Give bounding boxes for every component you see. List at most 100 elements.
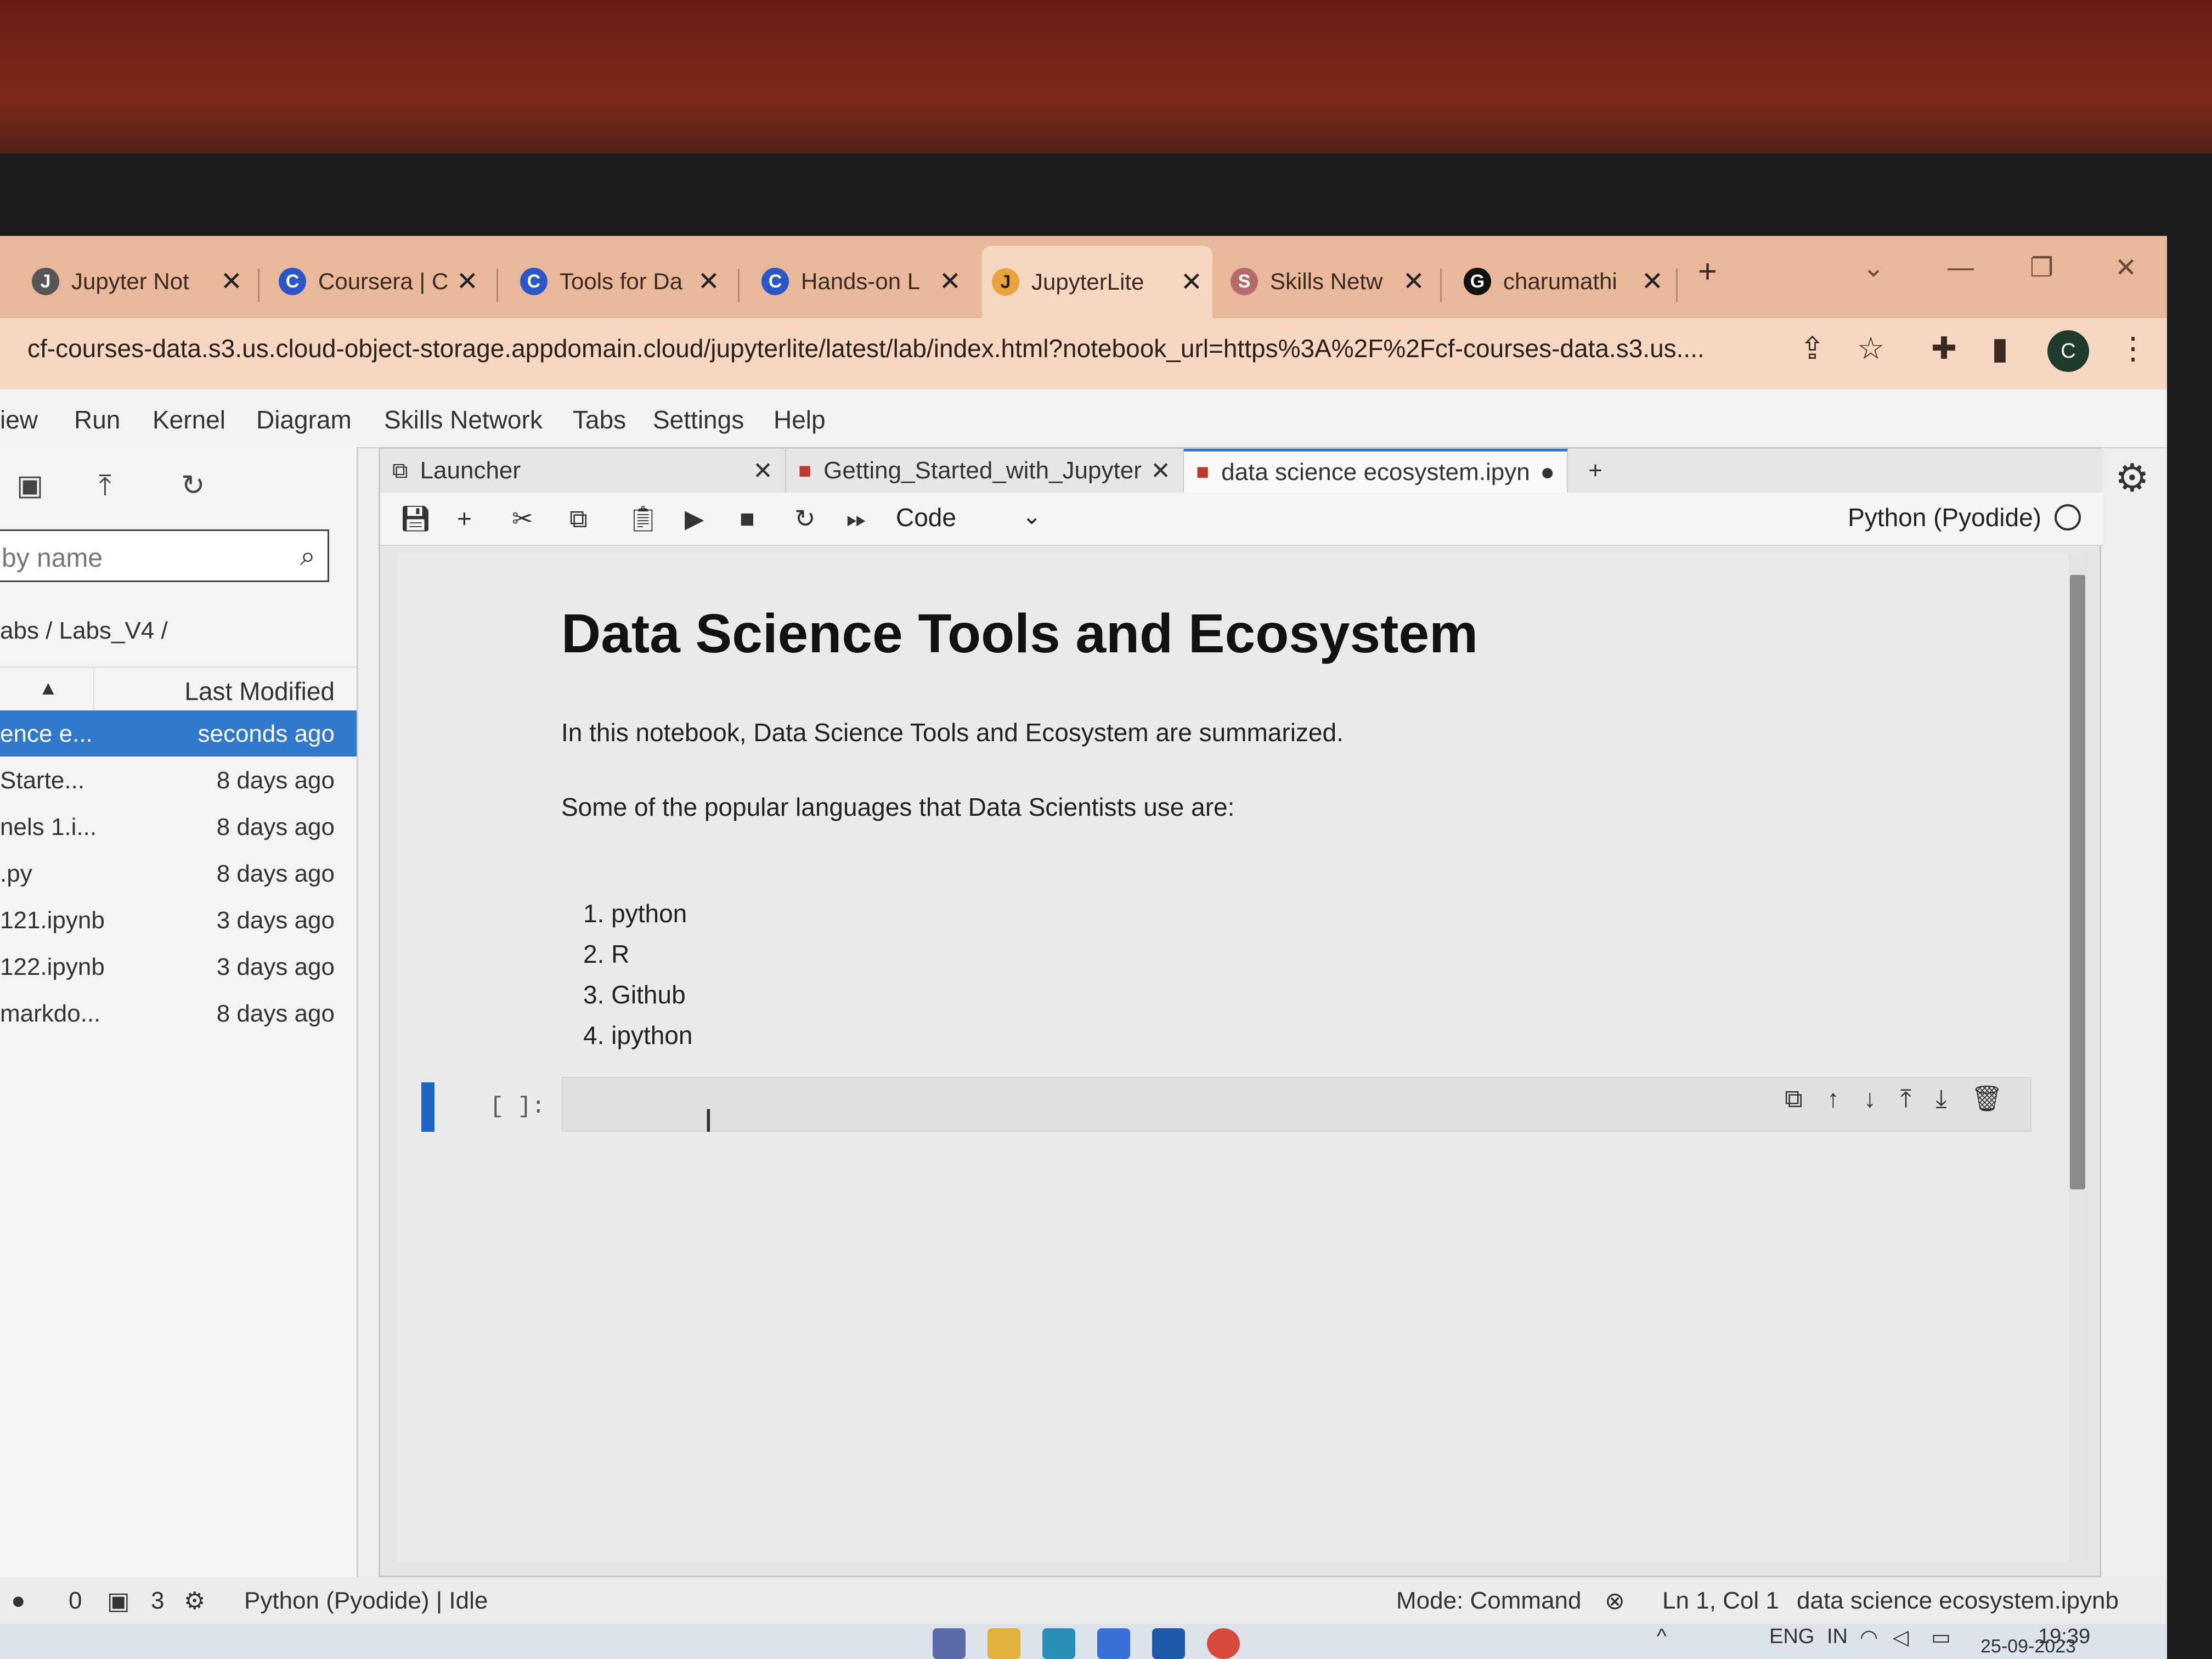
clock-date[interactable]: 25-09-2023 [1980,1636,2076,1657]
close-icon[interactable]: ✕ [1181,267,1203,297]
code-cell-input[interactable]: ⧉ ↑ ↓ ⤒ ⤓ 🗑︎ [561,1077,2032,1132]
profile-avatar[interactable]: C [2047,330,2089,372]
tab-getting-started[interactable]: ■ Getting_Started_with_Jupyter ✕ [786,449,1184,493]
file-explorer-icon[interactable] [988,1628,1020,1659]
teams-icon[interactable] [933,1628,966,1659]
menu-diagram[interactable]: Diagram [256,405,352,435]
close-icon[interactable]: ✕ [456,266,478,297]
file-row[interactable]: 121.ipynb 3 days ago [0,897,357,943]
file-name: ence e... [0,720,93,747]
store-icon[interactable] [1097,1628,1130,1659]
file-row[interactable]: Starte... 8 days ago [0,757,357,803]
kernel-indicator[interactable]: Python (Pyodide) [1848,503,2081,532]
kebab-menu-icon[interactable]: ⋮ [2118,330,2148,366]
edge-icon[interactable] [1042,1628,1075,1659]
trust-icon: ⊗ [1605,1588,1625,1615]
file-row[interactable]: markdo... 8 days ago [0,990,357,1036]
browser-tab-handson[interactable]: C Hands-on L ✕ [752,251,971,312]
file-modified: 8 days ago [216,860,335,887]
upload-icon[interactable]: ⤒ [99,469,111,503]
screen: J Jupyter Not ✕ C Coursera | C ✕ C Tools… [0,236,2167,1659]
menu-help[interactable]: Help [774,405,826,435]
file-name: 121.ipynb [0,907,105,934]
paste-icon[interactable]: 📋︎ [627,504,659,534]
insert-above-icon[interactable]: ⤒ [1900,1084,1911,1114]
bookmark-star-icon[interactable]: ☆ [1857,330,1884,366]
save-icon[interactable]: 💾︎ [399,504,431,534]
menu-tabs[interactable]: Tabs [573,405,626,435]
close-icon[interactable]: ✕ [1641,266,1663,297]
close-icon[interactable]: ✕ [698,266,720,297]
close-icon[interactable]: ✕ [221,266,242,297]
stop-icon[interactable]: ■ [740,504,755,533]
menu-view[interactable]: iew [0,405,38,435]
unsaved-dot-icon[interactable]: ● [1540,459,1555,486]
file-row[interactable]: 122.ipynb 3 days ago [0,944,357,990]
breadcrumb[interactable]: abs / Labs_V4 / [0,617,168,645]
url-field[interactable]: cf-courses-data.s3.us.cloud-object-stora… [27,334,1772,363]
run-icon[interactable]: ▶ [685,504,704,533]
extensions-icon[interactable]: ✚ [1931,330,1957,366]
column-last-modified[interactable]: Last Modified [184,676,335,706]
restore-icon[interactable]: ❐ [2030,252,2053,283]
browser-tab-jupyterlite[interactable]: J JupyterLite ✕ [982,246,1212,318]
sort-caret-icon[interactable]: ▲ [38,676,58,699]
menu-skills-network[interactable]: Skills Network [384,405,543,435]
wifi-icon[interactable]: ◠ [1860,1625,1878,1650]
close-icon[interactable]: ✕ [753,457,773,485]
file-row[interactable]: ence e... seconds ago [0,710,357,757]
new-launcher-button[interactable]: + [1568,449,1623,493]
close-icon[interactable]: ✕ [1150,457,1171,485]
tab-search-chevron-icon[interactable]: ⌄ [1863,252,1884,283]
tab-label: Jupyter Not [71,268,189,294]
browser-tab-github[interactable]: G charumathi ✕ [1454,251,1673,312]
file-row[interactable]: nels 1.i... 8 days ago [0,804,357,850]
file-name: .py [0,860,32,887]
move-down-icon[interactable]: ↓ [1864,1084,1876,1114]
property-inspector-gear-icon[interactable]: ⚙ [2115,455,2149,500]
file-modified: 8 days ago [216,1000,335,1027]
browser-tab-coursera[interactable]: C Coursera | C ✕ [269,251,488,312]
menu-settings[interactable]: Settings [653,405,744,435]
move-up-icon[interactable]: ↑ [1827,1084,1839,1114]
delete-cell-icon[interactable]: 🗑︎ [1971,1084,2003,1114]
run-all-icon[interactable]: ⏩︎ [847,504,867,534]
document-tabs: ⧉ Launcher ✕ ■ Getting_Started_with_Jupy… [380,449,2103,493]
text-cursor-icon: I [704,1102,713,1139]
tab-data-science-ecosystem[interactable]: ■ data science ecosystem.ipynb ● [1184,449,1568,493]
copy-icon[interactable]: ⧉ [569,504,588,534]
menu-run[interactable]: Run [74,405,120,435]
language-indicator[interactable]: ENG [1769,1625,1814,1649]
chrome-icon[interactable] [1207,1628,1240,1659]
chevron-down-icon[interactable]: ⌄ [1022,503,1041,529]
browser-tab-skills[interactable]: S Skills Netw ✕ [1221,251,1435,312]
status-bar: ● 0 ▣ 3 ⚙ Python (Pyodide) | Idle Mode: … [0,1577,2167,1624]
duplicate-cell-icon[interactable]: ⧉ [1785,1084,1803,1114]
volume-icon[interactable]: ◁ [1893,1625,1909,1650]
window-close-icon[interactable]: ✕ [2115,252,2137,283]
browser-tab-jupyter[interactable]: J Jupyter Not ✕ [22,251,252,312]
new-tab-button[interactable]: + [1698,252,1717,290]
close-icon[interactable]: ✕ [1403,266,1425,297]
tab-launcher[interactable]: ⧉ Launcher ✕ [380,449,786,493]
notebook-content: Data Science Tools and Ecosystem In this… [397,553,2070,1562]
cut-icon[interactable]: ✂ [512,504,533,533]
dell-icon[interactable] [1152,1628,1185,1659]
insert-cell-icon[interactable]: + [457,504,472,533]
browser-tab-tools[interactable]: C Tools for Da ✕ [510,251,730,312]
close-icon[interactable]: ✕ [939,266,961,297]
cell-type-select[interactable]: Code [896,503,956,532]
battery-icon[interactable]: ▭ [1931,1625,1951,1650]
scrollbar-thumb[interactable] [2070,575,2085,1189]
file-row[interactable]: .py 8 days ago [0,850,357,896]
side-panel-icon[interactable]: ▮ [1991,330,2008,366]
new-folder-icon[interactable]: ▣ [16,469,43,502]
refresh-icon[interactable]: ↻ [181,469,205,502]
restart-icon[interactable]: ↻ [794,504,816,533]
minimize-icon[interactable]: — [1948,252,1974,283]
tray-chevron-icon[interactable]: ^ [1657,1625,1667,1649]
share-icon[interactable]: ⇪ [1799,330,1825,366]
file-filter-input[interactable]: by name ⌕ [0,529,329,582]
insert-below-icon[interactable]: ⤓ [1936,1084,1946,1114]
menu-kernel[interactable]: Kernel [153,405,225,435]
